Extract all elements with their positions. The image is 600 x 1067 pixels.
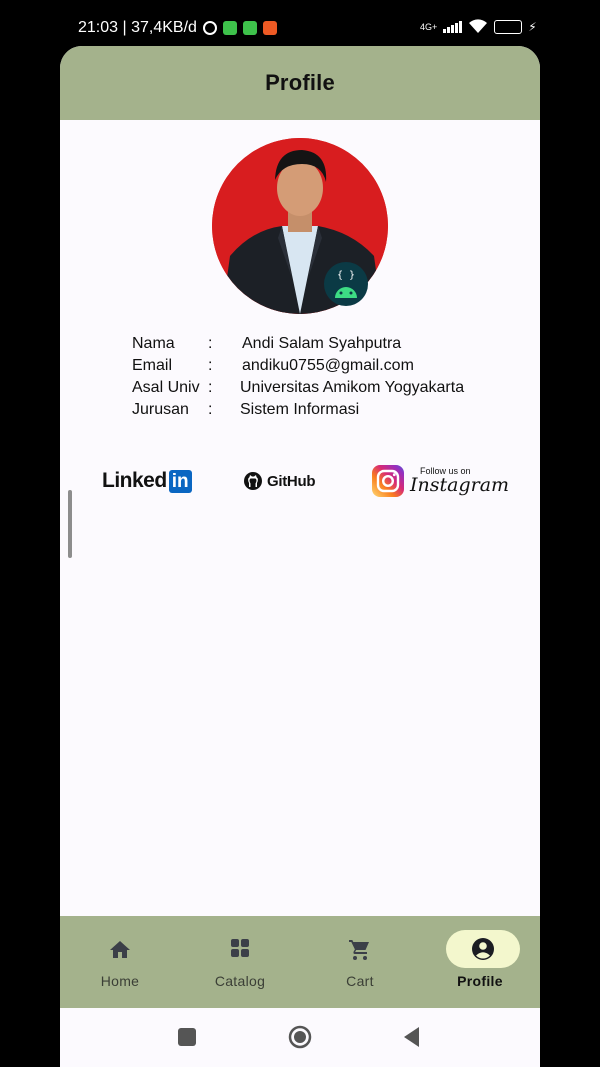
nav-label-profile: Profile xyxy=(457,973,503,989)
android-icon: { } xyxy=(335,270,357,298)
info-value: Sistem Informasi xyxy=(240,401,360,418)
notification-icon-1 xyxy=(222,21,237,35)
info-separator: : xyxy=(208,335,213,352)
info-value: Universitas Amikom Yogyakarta xyxy=(240,379,465,396)
back-icon[interactable] xyxy=(400,1025,424,1049)
github-wordmark: GitHub xyxy=(267,472,316,490)
active-indicator xyxy=(446,930,520,968)
nav-label-home: Home xyxy=(100,973,140,989)
system-navigation-bar xyxy=(60,1008,540,1067)
status-right: 4G+ 64 ⚡ xyxy=(420,19,537,34)
page-title: Profile xyxy=(265,70,335,95)
wifi-icon xyxy=(469,19,488,33)
signal-icon xyxy=(443,20,463,33)
info-separator: : xyxy=(208,379,213,396)
alarm-icon xyxy=(202,21,217,35)
nav-item-catalog[interactable]: Catalog xyxy=(180,916,300,1008)
grid-icon xyxy=(231,939,249,957)
charging-icon: ⚡ xyxy=(528,19,537,34)
info-value: Andi Salam Syahputra xyxy=(242,335,402,352)
status-bar: 21:03 | 37,4KB/d 4G+ 64 ⚡ xyxy=(0,0,600,46)
top-app-bar: Profile xyxy=(60,46,540,120)
recent-apps-icon[interactable] xyxy=(175,1025,199,1049)
notification-icon-2 xyxy=(242,21,257,35)
nav-label-cart: Cart xyxy=(346,973,374,989)
scrollbar[interactable] xyxy=(68,490,72,558)
instagram-name: Instagram xyxy=(410,474,510,496)
linkedin-wordmark: Linked xyxy=(102,469,167,492)
github-link[interactable]: GitHub xyxy=(243,464,316,498)
nav-item-profile[interactable]: Profile xyxy=(420,916,540,1008)
nav-item-home[interactable]: Home xyxy=(60,916,180,1008)
info-separator: : xyxy=(208,401,213,418)
home-icon xyxy=(110,941,130,958)
account-circle-icon xyxy=(472,938,494,960)
info-label: Email xyxy=(132,357,173,374)
notification-icon-3 xyxy=(262,21,277,35)
home-button-icon[interactable] xyxy=(288,1025,312,1049)
network-type: 4G+ xyxy=(420,21,438,32)
battery-icon: 64 xyxy=(494,19,523,34)
info-separator: : xyxy=(208,357,213,374)
app-screen: Profile { } Nama : Andi Salam Syahputra xyxy=(60,46,540,1067)
bottom-navigation: Home Catalog Cart Profile xyxy=(60,916,540,1008)
instagram-link[interactable]: Follow us on Instagram xyxy=(372,464,509,498)
status-time-speed: 21:03 | 37,4KB/d xyxy=(78,19,197,36)
svg-text:{ }: { } xyxy=(337,270,355,281)
linkedin-link[interactable]: Linked in xyxy=(102,464,192,498)
info-label: Jurusan xyxy=(132,401,189,418)
android-badge: { } xyxy=(324,262,368,306)
info-value: andiku0755@gmail.com xyxy=(242,357,414,374)
instagram-icon xyxy=(372,465,404,497)
nav-label-catalog: Catalog xyxy=(214,973,266,989)
battery-level: 64 xyxy=(503,19,514,30)
info-label: Asal Univ xyxy=(132,379,200,396)
status-left: 21:03 | 37,4KB/d xyxy=(78,19,277,37)
instagram-wordmark: Follow us on Instagram xyxy=(410,467,509,495)
github-icon xyxy=(244,472,262,490)
cart-icon xyxy=(349,940,369,960)
nav-item-cart[interactable]: Cart xyxy=(300,916,420,1008)
info-label: Nama xyxy=(132,335,175,352)
linkedin-icon: in xyxy=(168,469,192,493)
